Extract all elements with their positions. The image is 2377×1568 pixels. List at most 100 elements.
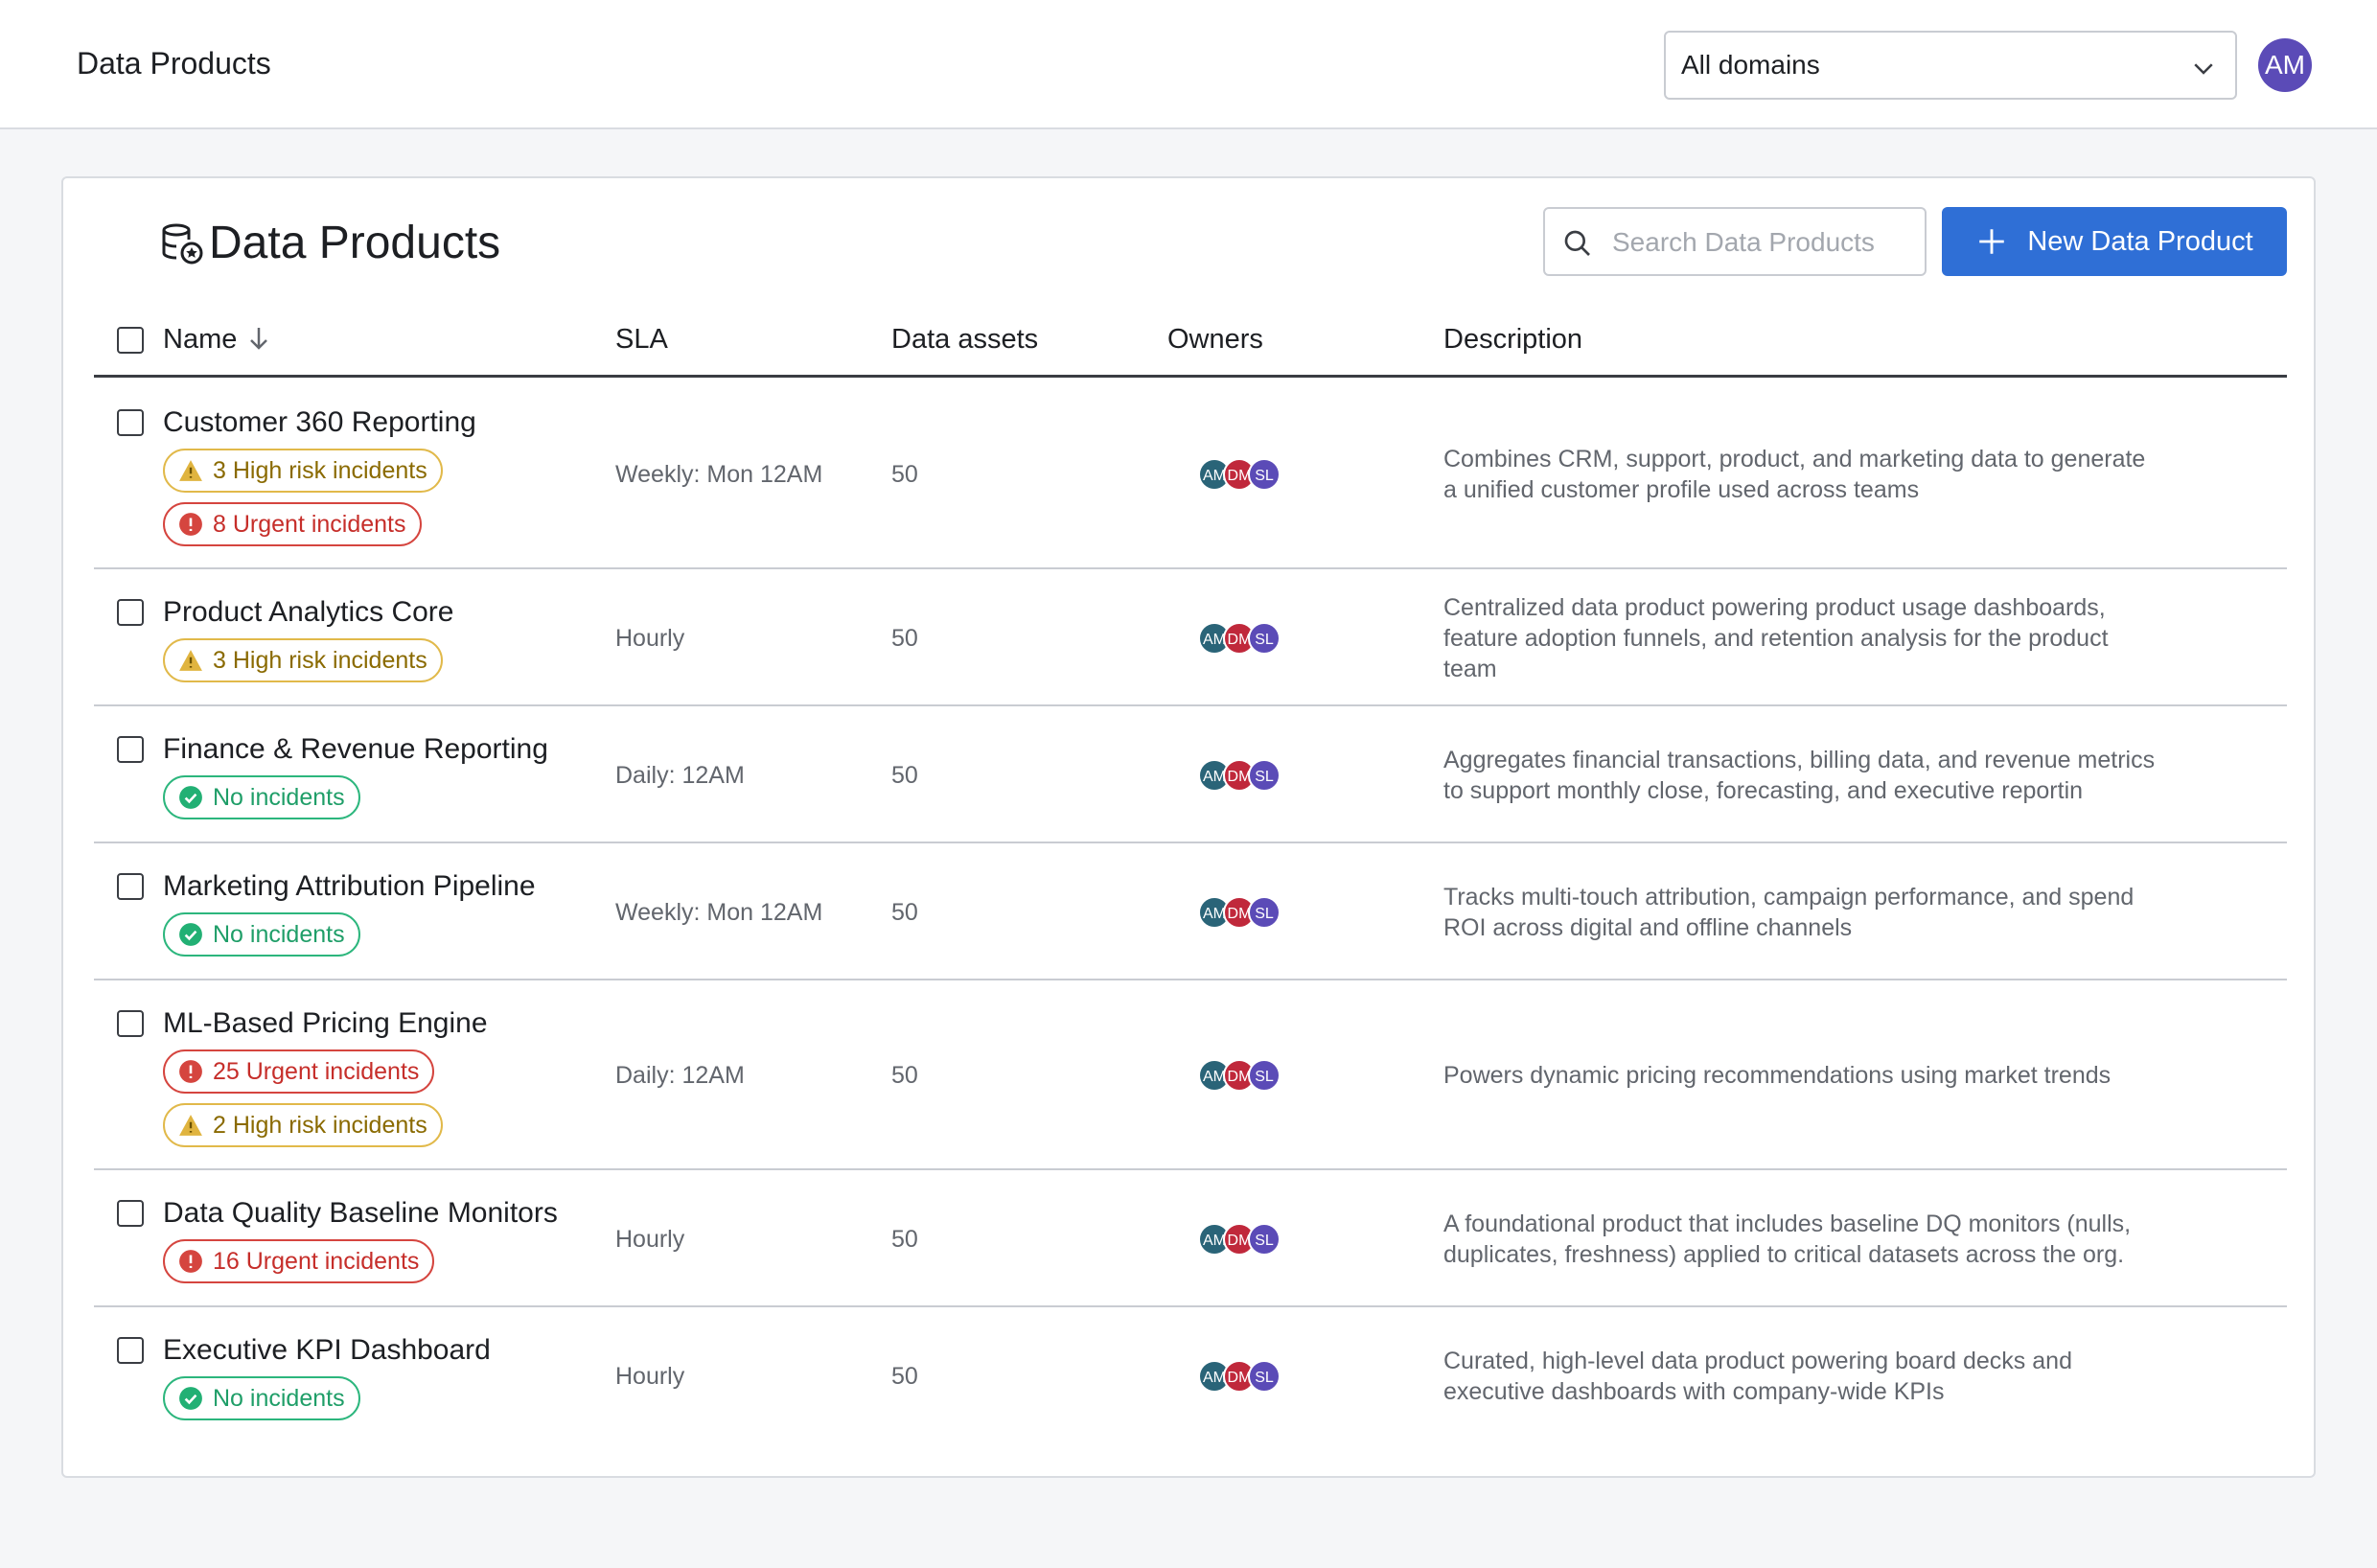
row-description: Powers dynamic pricing recommendations u… xyxy=(1443,1060,2181,1091)
user-avatar[interactable]: AM xyxy=(2258,38,2312,92)
row-name[interactable]: Executive KPI Dashboard xyxy=(163,1333,491,1368)
row-sla: Hourly xyxy=(615,1362,685,1390)
row-data-assets: 50 xyxy=(891,1362,918,1390)
owner-avatar[interactable]: SL xyxy=(1248,1059,1281,1092)
row-owners: AM DM SL xyxy=(1198,1359,1281,1393)
search-icon xyxy=(1564,230,1590,256)
description-line: Combines CRM, support, product, and mark… xyxy=(1443,446,2146,473)
row-checkbox[interactable] xyxy=(117,1337,144,1364)
row-name[interactable]: ML-Based Pricing Engine xyxy=(163,1006,488,1041)
incident-badge: 3 High risk incidents xyxy=(163,449,443,493)
incident-badge-label: 16 Urgent incidents xyxy=(213,1248,420,1275)
column-header-name[interactable]: Name xyxy=(163,322,269,357)
select-all-checkbox[interactable] xyxy=(117,327,144,354)
incident-badge: No incidents xyxy=(163,1376,360,1420)
row-owners: AM DM SL xyxy=(1198,1222,1281,1256)
row-description: Combines CRM, support, product, and mark… xyxy=(1443,444,2181,505)
owner-avatar[interactable]: SL xyxy=(1248,758,1281,792)
description-line: to support monthly close, forecasting, a… xyxy=(1443,776,2084,804)
table-row[interactable]: Data Quality Baseline Monitors 16 Urgent … xyxy=(94,1170,2287,1307)
owner-avatar[interactable]: SL xyxy=(1248,1359,1281,1393)
app-title: Data Products xyxy=(77,46,271,81)
new-data-product-button[interactable]: New Data Product xyxy=(1942,207,2287,276)
row-name[interactable]: Marketing Attribution Pipeline xyxy=(163,869,536,904)
column-header-description[interactable]: Description xyxy=(1443,322,1582,357)
incident-badge: 25 Urgent incidents xyxy=(163,1049,435,1094)
domain-select[interactable]: All domains xyxy=(1664,31,2237,100)
table-row[interactable]: Finance & Revenue Reporting No incidents D… xyxy=(94,706,2287,843)
table-header: Name SLA Data assets Owners Description xyxy=(94,322,2287,378)
incident-badge-label: No incidents xyxy=(213,921,345,948)
description-line: Aggregates financial transactions, billi… xyxy=(1443,746,2156,773)
row-data-assets: 50 xyxy=(891,1225,918,1253)
row-name[interactable]: Data Quality Baseline Monitors xyxy=(163,1196,558,1231)
row-checkbox[interactable] xyxy=(117,599,144,626)
column-header-owners[interactable]: Owners xyxy=(1167,322,1263,357)
row-checkbox[interactable] xyxy=(117,873,144,900)
row-owners: AM DM SL xyxy=(1198,1059,1281,1092)
domain-select-value: All domains xyxy=(1681,50,1820,80)
description-line: Centralized data product powering produc… xyxy=(1443,593,2106,621)
column-header-sla[interactable]: SLA xyxy=(615,322,668,357)
row-owners: AM DM SL xyxy=(1198,758,1281,792)
row-name[interactable]: Product Analytics Core xyxy=(163,595,453,630)
table-row[interactable]: Customer 360 Reporting 3 High risk incide… xyxy=(94,380,2287,569)
incident-badge: 16 Urgent incidents xyxy=(163,1239,435,1283)
alert-circle-icon xyxy=(179,513,202,536)
row-sla: Daily: 12AM xyxy=(615,761,745,789)
check-circle-icon xyxy=(179,1387,202,1410)
table-row[interactable]: Product Analytics Core 3 High risk incide… xyxy=(94,569,2287,706)
row-data-assets: 50 xyxy=(891,461,918,488)
check-circle-icon xyxy=(179,786,202,809)
search-box[interactable] xyxy=(1543,207,1927,276)
row-owners: AM DM SL xyxy=(1198,895,1281,929)
incident-badge: 8 Urgent incidents xyxy=(163,502,422,546)
row-checkbox[interactable] xyxy=(117,736,144,763)
owner-avatar[interactable]: SL xyxy=(1248,458,1281,491)
database-star-icon xyxy=(162,223,203,265)
row-sla: Hourly xyxy=(615,624,685,652)
card-header: Data Products xyxy=(159,215,500,272)
warning-icon xyxy=(179,1115,202,1136)
row-description: Centralized data product powering produc… xyxy=(1443,592,2181,684)
row-sla: Weekly: Mon 12AM xyxy=(615,461,823,488)
row-data-assets: 50 xyxy=(891,898,918,926)
plus-icon xyxy=(1979,229,2005,254)
row-checkbox[interactable] xyxy=(117,1010,144,1037)
row-checkbox[interactable] xyxy=(117,1200,144,1227)
page-title: Data Products xyxy=(209,218,501,268)
top-bar: Data Products All domains AM xyxy=(0,0,2377,129)
description-line: ROI across digital and offline channels xyxy=(1443,913,1853,941)
description-line: team xyxy=(1443,655,1497,682)
description-line: Curated, high-level data product powerin… xyxy=(1443,1347,2072,1374)
row-description: Curated, high-level data product powerin… xyxy=(1443,1346,2181,1407)
description-line: duplicates, freshness) applied to critic… xyxy=(1443,1240,2125,1268)
incident-badge-label: 2 High risk incidents xyxy=(213,1112,427,1139)
row-data-assets: 50 xyxy=(891,761,918,789)
owner-avatar[interactable]: SL xyxy=(1248,895,1281,929)
row-name[interactable]: Finance & Revenue Reporting xyxy=(163,732,548,767)
incident-badge: 3 High risk incidents xyxy=(163,638,443,682)
search-input[interactable] xyxy=(1612,224,1909,261)
row-checkbox[interactable] xyxy=(117,409,144,436)
warning-icon xyxy=(179,460,202,481)
row-name[interactable]: Customer 360 Reporting xyxy=(163,405,476,440)
table-row[interactable]: ML-Based Pricing Engine 25 Urgent inciden… xyxy=(94,980,2287,1170)
check-circle-icon xyxy=(179,923,202,946)
table-row[interactable]: Executive KPI Dashboard No incidents Hourl… xyxy=(94,1307,2287,1444)
warning-icon xyxy=(179,650,202,671)
row-description: Aggregates financial transactions, billi… xyxy=(1443,745,2181,806)
column-header-data-assets[interactable]: Data assets xyxy=(891,322,1038,357)
row-data-assets: 50 xyxy=(891,1062,918,1089)
incident-badge-label: 25 Urgent incidents xyxy=(213,1058,420,1085)
table-row[interactable]: Marketing Attribution Pipeline No inciden… xyxy=(94,843,2287,980)
new-data-product-label: New Data Product xyxy=(2027,225,2253,257)
incident-badge: 2 High risk incidents xyxy=(163,1103,443,1147)
owner-avatar[interactable]: SL xyxy=(1248,1222,1281,1256)
row-owners: AM DM SL xyxy=(1198,621,1281,655)
incident-badge-label: No incidents xyxy=(213,784,345,811)
chevron-down-icon xyxy=(2194,63,2213,75)
description-line: Powers dynamic pricing recommendations u… xyxy=(1443,1062,2112,1089)
owner-avatar[interactable]: SL xyxy=(1248,621,1281,655)
column-name-label: Name xyxy=(163,324,238,355)
